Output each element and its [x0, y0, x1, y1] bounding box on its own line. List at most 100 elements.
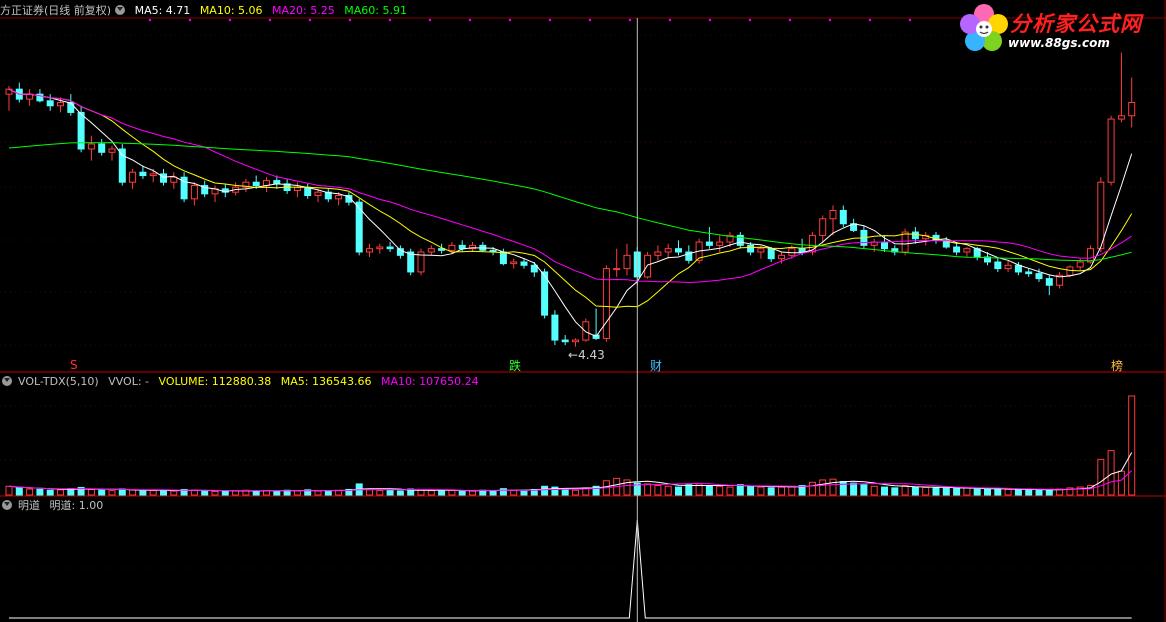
candle-body [160, 173, 167, 183]
volume-bar [26, 488, 34, 496]
candle-body [98, 143, 106, 153]
volume-bar [839, 481, 847, 496]
candle-body [561, 339, 569, 343]
cycle-dot [828, 18, 832, 22]
candle-body [170, 176, 178, 183]
candle-body [994, 261, 1002, 270]
volume-bar [499, 488, 507, 496]
candle-body [1128, 101, 1136, 117]
menu-dropdown-icon[interactable] [115, 5, 126, 15]
volume-bar [870, 485, 878, 496]
candle-body [911, 231, 919, 240]
cycle-dot [708, 18, 712, 22]
candle-body [829, 209, 837, 220]
cycle-dot [348, 18, 352, 22]
cycle-dot [908, 18, 912, 22]
ma20-line [8, 88, 1132, 284]
indicator-value: 明道: 1.00 [49, 499, 104, 512]
volume-bar [324, 490, 332, 496]
site-logo[interactable]: 分析家公式网 www.88gs.com [958, 2, 1158, 54]
marker-s: S [70, 358, 78, 372]
volume-bar [139, 490, 147, 496]
ma60-label: MA60: 5.91 [344, 4, 407, 17]
volume-bar [201, 490, 209, 496]
volume-bar [963, 487, 971, 496]
volume-bar [438, 490, 446, 496]
candle-body [118, 148, 126, 183]
volume-bar [953, 488, 961, 496]
candle-body [551, 314, 559, 341]
volume-bar [1107, 450, 1115, 496]
candle-body [901, 231, 909, 253]
volume-bar [15, 487, 23, 496]
candle-body [376, 246, 384, 250]
chart-canvas[interactable] [0, 0, 1166, 622]
volume-bar [726, 486, 734, 496]
indicator-header: 明道 明道: 1.00 [0, 498, 109, 513]
volume-bar [448, 489, 456, 496]
volume-bar [644, 483, 652, 496]
volume-bar [87, 488, 95, 496]
cycle-dot [548, 18, 552, 22]
vvol-label: VVOL: - [108, 375, 150, 388]
candle-body [705, 241, 713, 246]
volume-bar [716, 485, 724, 496]
cycle-dot [228, 18, 232, 22]
volume-bar [211, 490, 219, 496]
candle-body [747, 244, 755, 253]
volume-bar [911, 486, 919, 496]
volume-value: VOLUME: 112880.38 [158, 375, 272, 388]
volume-bar [190, 489, 198, 496]
candle-body [664, 248, 672, 253]
volume-bar [1045, 489, 1053, 496]
candle-body [767, 248, 775, 260]
volume-bar [510, 489, 518, 496]
volume-bar [747, 485, 755, 496]
candle-body [448, 244, 456, 251]
volume-bar [273, 490, 281, 496]
volume-bar [396, 490, 404, 496]
candle-body [644, 254, 652, 278]
volume-bar [675, 486, 682, 496]
volume-bar [829, 478, 837, 496]
volume-bar [973, 488, 981, 496]
volume-bar [469, 490, 476, 496]
volume-bar [366, 489, 373, 496]
volume-header: VOL-TDX(5,10) VVOL: - VOLUME: 112880.38 … [0, 374, 485, 389]
cycle-dot [748, 18, 752, 22]
candle-body [1014, 264, 1022, 273]
candle-body [139, 171, 147, 177]
vol-ma10-label: MA10: 107650.24 [380, 375, 479, 388]
menu-dropdown-icon[interactable] [2, 500, 12, 510]
volume-bar [891, 487, 899, 496]
candle-body [1045, 278, 1053, 286]
flower-logo-icon [960, 4, 1008, 51]
volume-bar [160, 489, 167, 496]
volume-ma5-line [8, 452, 1133, 492]
volume-bar [5, 485, 13, 496]
candle-body [1107, 118, 1115, 183]
candle-body [314, 191, 322, 197]
candle-body [510, 261, 518, 265]
candle-body [46, 100, 54, 107]
candle-body [273, 180, 281, 185]
candle-body [57, 101, 64, 107]
volume-bar [1035, 488, 1043, 496]
price-panel [5, 52, 1136, 347]
volume-bar [881, 486, 888, 496]
volume-bar [572, 489, 579, 496]
cycle-dot [388, 18, 392, 22]
candle-body [819, 218, 827, 236]
logo-title: 分析家公式网 [1010, 12, 1142, 36]
candle-body [881, 241, 888, 250]
volume-bar [1014, 489, 1022, 496]
menu-dropdown-icon[interactable] [2, 376, 12, 386]
volume-bar [757, 486, 765, 496]
volume-bar [705, 484, 713, 496]
volume-ma10-line [8, 470, 1133, 492]
volume-bar [386, 489, 394, 496]
ma10-label: MA10: 5.06 [199, 4, 263, 17]
low-price-label: ←4.43 [568, 348, 605, 362]
indicator-line [9, 519, 1132, 619]
candle-body [355, 201, 363, 253]
